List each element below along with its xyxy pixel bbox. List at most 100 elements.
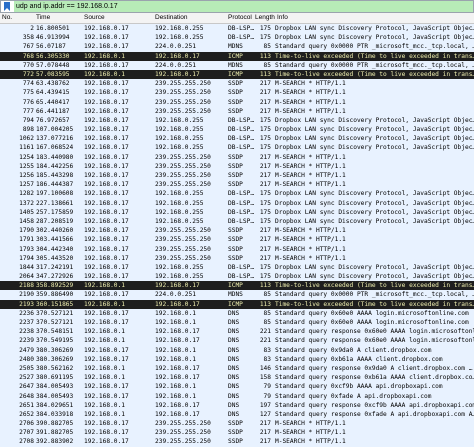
- packet-length: 85: [263, 291, 271, 299]
- bookmark-icon[interactable]: [2, 2, 12, 11]
- packet-row[interactable]: 1062 137.077216 192.168.0.17 192.168.0.255 D…: [0, 134, 474, 144]
- packet-source: 192.168.0.1: [84, 374, 125, 382]
- packet-row[interactable]: 358 46.913994 192.168.0.17 192.168.0.255 DB-…: [0, 33, 474, 43]
- packet-number: 898: [22, 126, 34, 134]
- packet-row[interactable]: 2237 370.527121 192.168.0.17 192.168.0.1 DNS…: [0, 318, 474, 328]
- packet-row[interactable]: 2188 358.892529 192.168.0.1 192.168.0.17 ICM…: [0, 281, 474, 291]
- packet-number: 794: [22, 116, 34, 124]
- packet-length: 85: [263, 309, 271, 317]
- packet-length: 175: [259, 199, 271, 207]
- packet-row[interactable]: 1282 197.100608 192.168.0.17 192.168.0.255 D…: [0, 189, 474, 199]
- packet-length: 175: [259, 190, 271, 198]
- packet-row[interactable]: 2648 384.005493 192.168.0.17 192.168.0.1 DNS…: [0, 391, 474, 401]
- packet-source: 192.168.0.17: [84, 208, 129, 216]
- packet-row[interactable]: 1844 317.242191 192.168.0.17 192.168.0.255 D…: [0, 262, 474, 273]
- packet-protocol: SSDP: [228, 438, 243, 446]
- packet-row[interactable]: 2 16.800501 192.168.0.17 192.168.0.255 DB-LS…: [0, 24, 474, 34]
- packet-source: 192.168.0.17: [84, 43, 129, 51]
- packet-row[interactable]: 2652 384.033918 192.168.0.1 192.168.0.17 DNS…: [0, 409, 474, 420]
- packet-row[interactable]: 2064 347.272926 192.168.0.17 192.168.0.255 D…: [0, 272, 474, 282]
- packet-protocol: DB-LSP…: [228, 190, 255, 198]
- packet-row[interactable]: 2708 392.883902 192.168.0.17 239.255.255.25…: [0, 437, 474, 447]
- packet-row[interactable]: 2479 380.306269 192.168.0.17 192.168.0.1 DNS…: [0, 345, 474, 355]
- packet-row[interactable]: 1257 186.444387 192.168.0.17 239.255.255.25…: [0, 180, 474, 190]
- packet-length: 175: [259, 144, 271, 152]
- packet-protocol: DNS: [228, 346, 240, 354]
- packet-time: 63.438762: [36, 80, 70, 88]
- packet-destination: 224.0.0.251: [155, 291, 196, 299]
- packet-row[interactable]: 1790 302.440260 192.168.0.17 239.255.255.25…: [0, 226, 474, 236]
- packet-protocol: DNS: [228, 337, 240, 345]
- packet-length: 79: [263, 392, 271, 400]
- packet-row[interactable]: 1254 183.440980 192.168.0.17 239.255.255.25…: [0, 152, 474, 162]
- packet-row[interactable]: 2236 370.527121 192.168.0.17 192.168.0.1 DNS…: [0, 308, 474, 318]
- packet-protocol: DNS: [228, 364, 240, 372]
- packet-row[interactable]: 777 66.441187 192.168.0.17 239.255.255.250 S…: [0, 106, 474, 116]
- packet-number: 1794: [19, 254, 34, 262]
- packet-row[interactable]: 2527 380.691195 192.168.0.1 192.168.0.17 DNS…: [0, 373, 474, 383]
- packet-row[interactable]: 770 57.078448 192.168.0.17 224.0.0.251 MDNS 8…: [0, 60, 474, 70]
- packet-row[interactable]: 1161 167.068524 192.168.0.17 192.168.0.255 D…: [0, 143, 474, 153]
- packet-protocol: DB-LSP…: [228, 34, 255, 42]
- packet-row[interactable]: 1255 184.442256 192.168.0.17 239.255.255.25…: [0, 161, 474, 171]
- packet-length: 217: [259, 181, 271, 189]
- packet-row[interactable]: 1793 304.442340 192.168.0.17 239.255.255.25…: [0, 244, 474, 254]
- packet-destination: 239.255.255.250: [155, 162, 211, 170]
- packet-time: 380.306269: [36, 346, 74, 354]
- packet-row[interactable]: 1794 305.443520 192.168.0.17 239.255.255.25…: [0, 253, 474, 263]
- packet-length: 175: [259, 263, 271, 271]
- packet-row[interactable]: 2707 391.882705 192.168.0.17 239.255.255.25…: [0, 428, 474, 438]
- packet-row[interactable]: 2647 384.005493 192.168.0.17 192.168.0.1 DNS…: [0, 382, 474, 392]
- packet-row[interactable]: 772 57.083595 192.168.0.1 192.168.0.17 ICMP 1…: [0, 69, 474, 80]
- packet-row[interactable]: 776 65.440417 192.168.0.17 239.255.255.250 S…: [0, 97, 474, 107]
- packet-source: 192.168.0.17: [84, 107, 129, 115]
- packet-row[interactable]: 2239 370.549195 192.168.0.1 192.168.0.17 DNS…: [0, 336, 474, 346]
- packet-destination: 239.255.255.250: [155, 153, 211, 161]
- packet-row[interactable]: 2480 380.306269 192.168.0.17 192.168.0.1 DNS…: [0, 354, 474, 364]
- packet-row[interactable]: 2190 359.886490 192.168.0.17 224.0.0.251 MDN…: [0, 290, 474, 300]
- packet-row[interactable]: 767 56.07187 192.168.0.17 224.0.0.251 MDNS 85…: [0, 42, 474, 52]
- packet-row[interactable]: 898 107.004205 192.168.0.17 192.168.0.255 DB…: [0, 125, 474, 135]
- packet-protocol: SSDP: [228, 245, 243, 253]
- packet-row[interactable]: 775 64.439415 192.168.0.17 239.255.255.250 S…: [0, 88, 474, 98]
- column-header-no[interactable]: No.: [2, 13, 12, 23]
- packet-number: 2193: [19, 300, 34, 308]
- packet-length: 175: [259, 34, 271, 42]
- column-header-destination[interactable]: Destination: [155, 13, 188, 23]
- packet-destination: 239.255.255.250: [155, 98, 211, 106]
- packet-row[interactable]: 794 76.972657 192.168.0.17 192.168.0.255 DB-…: [0, 115, 474, 126]
- packet-source: 192.168.0.1: [84, 401, 125, 409]
- packet-row[interactable]: 1791 303.441566 192.168.0.17 239.255.255.25…: [0, 235, 474, 245]
- packet-row[interactable]: 2193 360.151865 192.168.0.1 192.168.0.17 ICM…: [0, 299, 474, 309]
- packet-info: M-SEARCH * HTTP/1.1: [275, 153, 346, 161]
- packet-row[interactable]: 774 63.438762 192.168.0.17 239.255.255.250 S…: [0, 79, 474, 89]
- packet-number: 2706: [19, 420, 34, 428]
- column-header-time[interactable]: Time: [36, 13, 50, 23]
- packet-info: Dropbox LAN sync Discovery Protocol, Jav…: [275, 135, 474, 143]
- column-header-length[interactable]: Length: [255, 13, 275, 23]
- packet-number: 2236: [19, 309, 34, 317]
- packet-row[interactable]: 1458 287.208519 192.168.0.17 192.168.0.255 D…: [0, 216, 474, 227]
- packet-destination: 239.255.255.250: [155, 227, 211, 235]
- packet-protocol: MDNS: [228, 291, 243, 299]
- packet-row[interactable]: 1372 227.138661 192.168.0.17 192.168.0.255 D…: [0, 198, 474, 208]
- packet-number: 2064: [19, 273, 34, 281]
- packet-info: Dropbox LAN sync Discovery Protocol, Jav…: [275, 208, 474, 216]
- column-header-info[interactable]: Info: [277, 13, 288, 23]
- packet-row[interactable]: 1256 185.443298 192.168.0.17 239.255.255.25…: [0, 171, 474, 181]
- column-header-source[interactable]: Source: [84, 13, 105, 23]
- packet-row[interactable]: 2706 390.882705 192.168.0.17 239.255.255.25…: [0, 419, 474, 429]
- display-filter-bar[interactable]: udp and ip.addr == 192.168.0.17: [0, 0, 474, 13]
- column-header-protocol[interactable]: Protocol: [228, 13, 252, 23]
- display-filter-input[interactable]: udp and ip.addr == 192.168.0.17: [14, 1, 473, 12]
- packet-row[interactable]: 2505 380.562162 192.168.0.1 192.168.0.17 DNS…: [0, 363, 474, 374]
- packet-row[interactable]: 768 56.305330 192.168.0.1 192.168.0.17 ICMP 1…: [0, 51, 474, 61]
- packet-info: Standard query 0x0000 PTR _microsoft_mcc…: [275, 61, 474, 69]
- packet-row[interactable]: 1405 257.175859 192.168.0.17 192.168.0.255 D…: [0, 207, 474, 217]
- packet-destination: 192.168.0.255: [155, 190, 204, 198]
- packet-row[interactable]: 2238 370.548151 192.168.0.1 192.168.0.17 DNS…: [0, 327, 474, 337]
- packet-source: 192.168.0.1: [84, 70, 125, 78]
- packet-row[interactable]: 2651 384.029651 192.168.0.1 192.168.0.17 DNS…: [0, 400, 474, 410]
- packet-destination: 239.255.255.250: [155, 236, 211, 244]
- packet-protocol: SSDP: [228, 181, 243, 189]
